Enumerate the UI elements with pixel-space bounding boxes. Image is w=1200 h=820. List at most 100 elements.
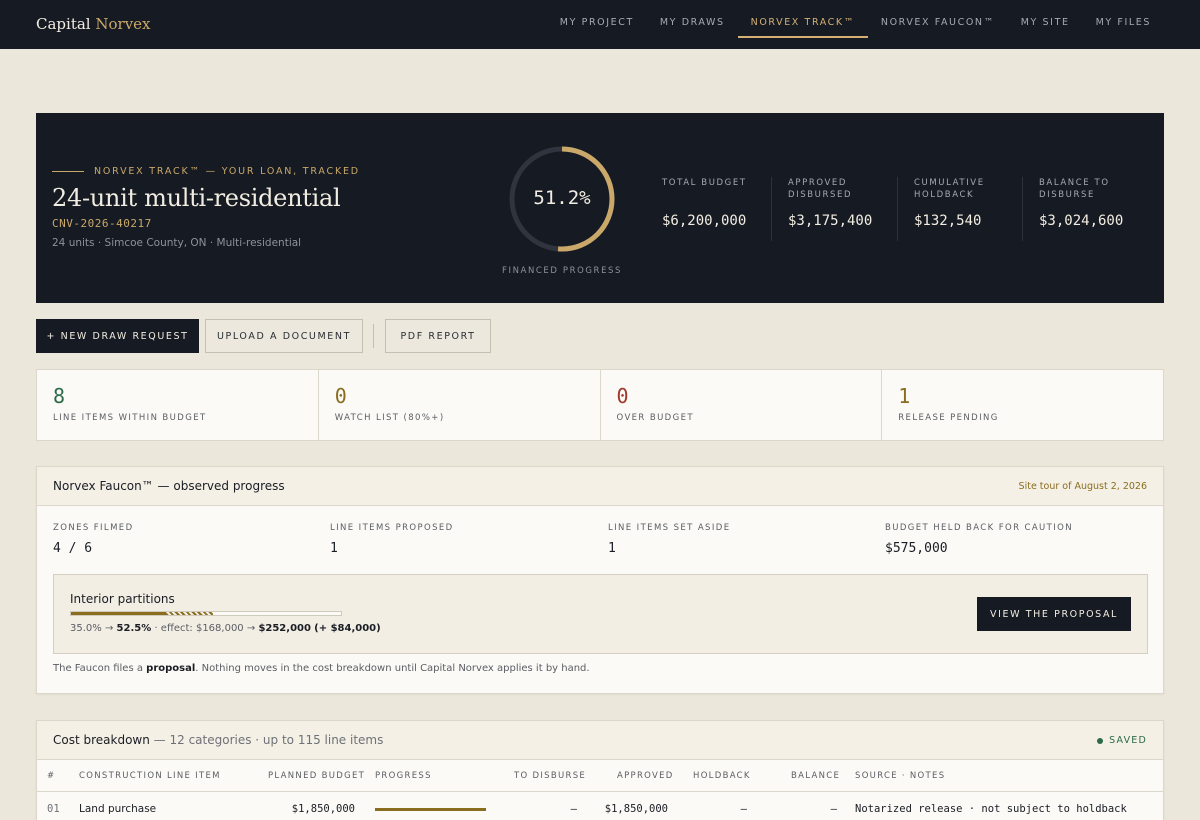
row-number: 01	[47, 803, 60, 815]
current-progress-fill	[71, 612, 166, 615]
col-to-disburse[interactable]: TO DISBURSE	[514, 771, 586, 781]
col-holdback[interactable]: HOLDBACK	[693, 771, 751, 781]
row-balance: —	[830, 803, 837, 815]
stat-value: $132,540	[914, 213, 982, 229]
pdf-report-button[interactable]: PDF REPORT	[385, 319, 491, 353]
kpi-release-pending[interactable]: 1 RELEASE PENDING	[882, 370, 1163, 440]
stat-label: APPROVED	[788, 178, 848, 188]
table-row[interactable]: 01 Land purchase $1,850,000 — $1,850,000…	[37, 792, 1163, 820]
stat-value: $3,024,600	[1039, 213, 1124, 229]
proposed-progress-hatch	[165, 612, 213, 615]
kpi-value: 8	[53, 384, 66, 408]
faucon-stat-value: $575,000	[885, 541, 948, 556]
note-text-b: . Nothing moves in the cost breakdown un…	[195, 663, 590, 674]
faucon-note: The Faucon files a proposal. Nothing mov…	[53, 663, 590, 674]
faucon-stat-zones: ZONES FILMED 4 / 6	[53, 523, 134, 556]
saved-dot-icon	[1097, 737, 1104, 744]
arrow-icon: →	[104, 623, 114, 634]
stat-value: $3,175,400	[788, 213, 873, 229]
faucon-card-header: Norvex Faucon™ — observed progress Site …	[37, 467, 1163, 506]
faucon-stat-set-aside: LINE ITEMS SET ASIDE 1	[608, 523, 730, 556]
row-approved: $1,850,000	[604, 803, 668, 815]
row-to-disburse: —	[570, 803, 577, 815]
effect-label: · effect: $168,000	[154, 623, 244, 634]
cost-title-text: Cost breakdown	[53, 733, 150, 747]
stat-label: CUMULATIVE	[914, 178, 985, 188]
nav-my-project[interactable]: MY PROJECT	[547, 0, 647, 49]
arrow-icon: →	[246, 623, 256, 634]
brand-logo[interactable]: Capital Norvex	[36, 15, 151, 33]
eyebrow-rule	[52, 171, 84, 172]
project-meta: 24 units · Simcoe County, ON · Multi-res…	[52, 237, 302, 249]
kpi-label: OVER BUDGET	[616, 413, 694, 423]
nav-norvex-faucon[interactable]: NORVEX FAUCON™	[868, 0, 1008, 49]
row-line-item: Land purchase	[79, 803, 157, 815]
cost-subtitle: — 12 categories · up to 115 line items	[153, 733, 384, 747]
col-progress[interactable]: PROGRESS	[375, 771, 432, 781]
row-planned-budget: $1,850,000	[291, 803, 355, 815]
cost-card-header: Cost breakdown — 12 categories · up to 1…	[37, 721, 1163, 760]
col-balance[interactable]: BALANCE	[791, 771, 840, 781]
hero-eyebrow-text: NORVEX TRACK™ — YOUR LOAN, TRACKED	[94, 166, 360, 177]
nav-my-draws[interactable]: MY DRAWS	[647, 0, 738, 49]
financed-progress-label: FINANCED PROGRESS	[501, 266, 623, 276]
stat-value: $6,200,000	[662, 213, 747, 229]
proposal-panel: Interior partitions 35.0% → 52.5% · effe…	[53, 574, 1148, 654]
faucon-card: Norvex Faucon™ — observed progress Site …	[36, 466, 1164, 694]
loan-hero-panel: NORVEX TRACK™ — YOUR LOAN, TRACKED 24-un…	[36, 113, 1164, 303]
stat-label-line2: DISBURSED	[788, 190, 853, 200]
col-approved[interactable]: APPROVED	[617, 771, 674, 781]
site-tour-date: Site tour of August 2, 2026	[1018, 481, 1147, 492]
kpi-over-budget[interactable]: 0 OVER BUDGET	[601, 370, 883, 440]
faucon-stat-value: 1	[330, 541, 338, 556]
to-percent: 52.5%	[116, 623, 152, 634]
stat-approved-disbursed: APPROVED DISBURSED $3,175,400	[771, 177, 897, 241]
col-planned-budget[interactable]: PLANNED BUDGET	[268, 771, 365, 781]
kpi-label: RELEASE PENDING	[898, 413, 999, 423]
faucon-stat-proposed: LINE ITEMS PROPOSED 1	[330, 523, 454, 556]
faucon-stat-value: 1	[608, 541, 616, 556]
nav-my-files[interactable]: MY FILES	[1083, 0, 1164, 49]
project-title: 24-unit multi-residential	[52, 184, 341, 212]
stat-cumulative-holdback: CUMULATIVE HOLDBACK $132,540	[897, 177, 1023, 241]
kpi-label: WATCH LIST (80%+)	[334, 413, 445, 423]
proposal-summary: 35.0% → 52.5% · effect: $168,000 → $252,…	[70, 623, 381, 634]
brand-name-primary: Capital	[36, 15, 91, 33]
col-source-notes[interactable]: SOURCE · NOTES	[855, 771, 945, 781]
stat-label: TOTAL BUDGET	[662, 178, 747, 188]
kpi-value: 0	[616, 384, 629, 408]
proposal-line-item: Interior partitions	[70, 592, 175, 606]
stat-total-budget: TOTAL BUDGET $6,200,000	[662, 177, 772, 241]
faucon-stat-label: LINE ITEMS SET ASIDE	[608, 523, 731, 533]
kpi-value: 1	[898, 384, 911, 408]
new-draw-request-button[interactable]: + NEW DRAW REQUEST	[36, 319, 199, 353]
kpi-label: LINE ITEMS WITHIN BUDGET	[53, 413, 207, 423]
kpi-strip: 8 LINE ITEMS WITHIN BUDGET 0 WATCH LIST …	[36, 369, 1164, 441]
actions-divider	[373, 324, 374, 348]
loan-code: CNV-2026-40217	[52, 217, 152, 230]
cost-title: Cost breakdown — 12 categories · up to 1…	[53, 733, 383, 747]
hero-eyebrow: NORVEX TRACK™ — YOUR LOAN, TRACKED	[52, 166, 360, 177]
row-progress-bar	[375, 808, 486, 811]
col-number[interactable]: #	[47, 771, 55, 781]
nav-my-site[interactable]: MY SITE	[1008, 0, 1083, 49]
col-line-item[interactable]: CONSTRUCTION LINE ITEM	[79, 771, 221, 781]
stat-label-line2: DISBURSE	[1039, 190, 1095, 200]
kpi-within-budget[interactable]: 8 LINE ITEMS WITHIN BUDGET	[37, 370, 319, 440]
faucon-stat-value: 4 / 6	[53, 541, 93, 556]
view-proposal-button[interactable]: VIEW THE PROPOSAL	[977, 597, 1131, 631]
stat-label-line2: HOLDBACK	[914, 190, 975, 200]
nav-links: MY PROJECT MY DRAWS NORVEX TRACK™ NORVEX…	[547, 0, 1164, 49]
faucon-stat-held-back: BUDGET HELD BACK FOR CAUTION $575,000	[885, 523, 1073, 556]
faucon-stat-label: ZONES FILMED	[53, 523, 134, 533]
cost-breakdown-card: Cost breakdown — 12 categories · up to 1…	[36, 720, 1164, 820]
row-notes: Notarized release · not subject to holdb…	[855, 803, 1127, 815]
faucon-stat-label: BUDGET HELD BACK FOR CAUTION	[885, 523, 1074, 533]
nav-norvex-track[interactable]: NORVEX TRACK™	[737, 0, 869, 49]
stat-balance-to-disburse: BALANCE TO DISBURSE $3,024,600	[1022, 177, 1148, 241]
upload-document-button[interactable]: UPLOAD A DOCUMENT	[205, 319, 363, 353]
brand-name-accent: Norvex	[95, 15, 151, 33]
to-amount: $252,000	[258, 623, 311, 634]
saved-status: SAVED	[1097, 735, 1147, 746]
kpi-watch-list[interactable]: 0 WATCH LIST (80%+)	[319, 370, 601, 440]
